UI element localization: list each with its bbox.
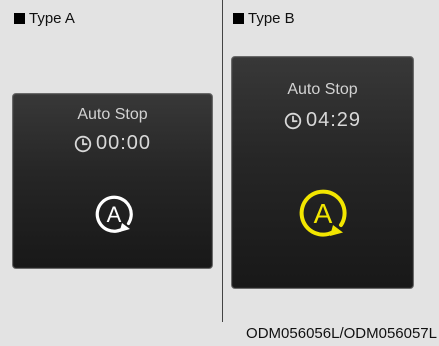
auto-stop-icon: A — [95, 195, 133, 233]
auto-stop-timer: 04:29 — [232, 109, 413, 132]
auto-stop-icon: A — [299, 189, 347, 237]
timer-value: 00:00 — [95, 132, 152, 154]
auto-stop-letter: A — [107, 202, 122, 227]
auto-stop-title: Auto Stop — [77, 106, 148, 123]
figure-caption: ODM056056L/ODM056057L — [246, 325, 437, 342]
type-a-label-text: Type A — [29, 10, 75, 27]
clock-icon — [74, 135, 92, 152]
timer-value: 04:29 — [305, 109, 362, 131]
panel-divider — [222, 0, 223, 322]
type-a-label: Type A — [14, 10, 75, 27]
clock-icon — [284, 112, 302, 129]
bullet-square-icon — [233, 13, 244, 24]
bullet-square-icon — [14, 13, 25, 24]
auto-stop-letter: A — [314, 198, 333, 229]
auto-stop-timer: 00:00 — [13, 132, 212, 155]
type-b-label: Type B — [233, 10, 295, 27]
auto-stop-title: Auto Stop — [287, 81, 358, 98]
type-a-display: Auto Stop 00:00 A — [12, 93, 213, 269]
type-b-label-text: Type B — [248, 10, 295, 27]
type-b-display: Auto Stop 04:29 A — [231, 56, 414, 289]
